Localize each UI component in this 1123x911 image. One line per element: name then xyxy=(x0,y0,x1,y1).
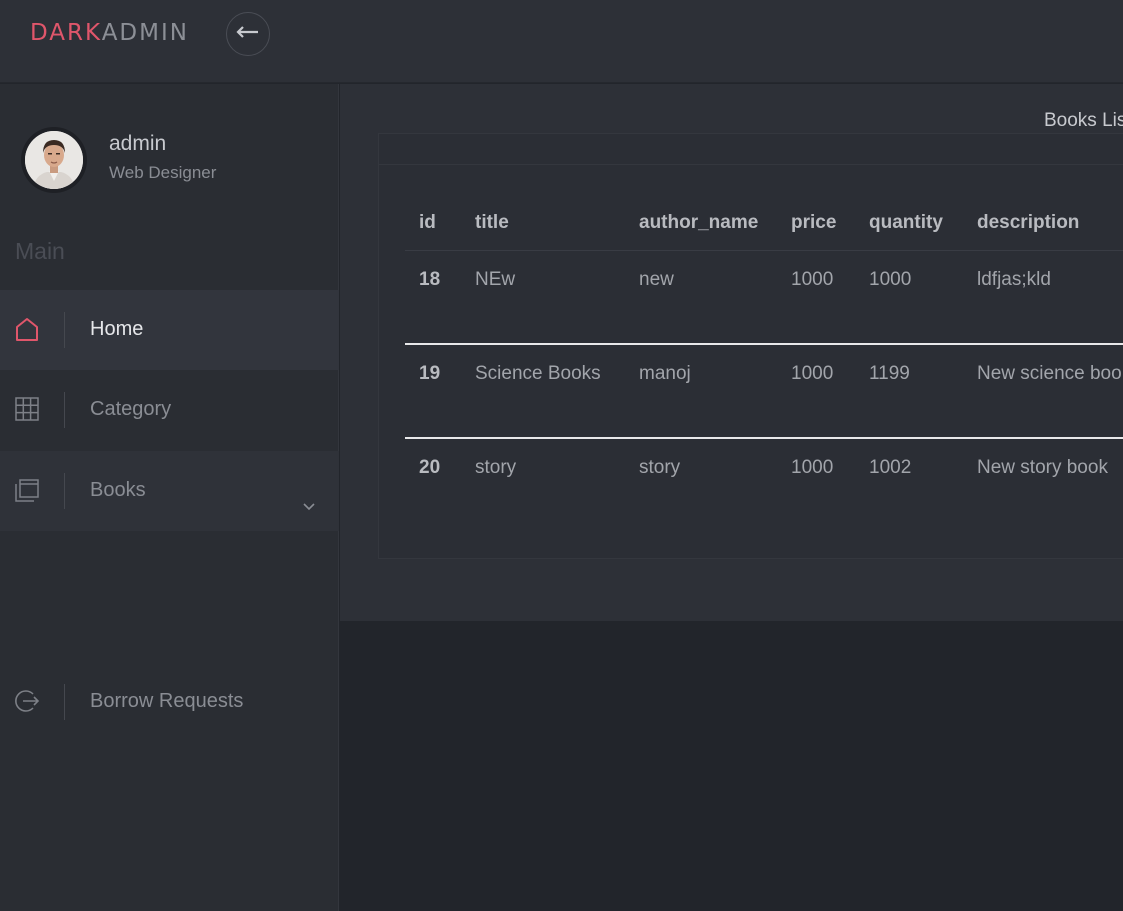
table-row[interactable]: 20 story story 1000 1002 New story book xyxy=(405,438,1123,532)
brand-logo-part1: DARK xyxy=(30,20,102,46)
cell-title: story xyxy=(475,457,517,478)
column-header-quantity[interactable]: quantity xyxy=(855,194,963,251)
cell-price: 1000 xyxy=(791,457,834,478)
column-header-id[interactable]: id xyxy=(405,194,461,251)
table-row[interactable]: 19 Science Books manoj 1000 1199 New sci… xyxy=(405,344,1123,439)
cell-id: 20 xyxy=(419,457,441,478)
user-profile: admin Web Designer xyxy=(21,127,321,193)
logout-circle-icon xyxy=(14,688,40,714)
sidebar-item-books[interactable]: Books xyxy=(0,451,339,531)
page-title: Books List xyxy=(1044,110,1123,131)
column-header-author-name[interactable]: author_name xyxy=(625,194,777,251)
cell-author-name: story xyxy=(639,457,681,478)
cell-price: 1000 xyxy=(777,344,855,439)
column-header-price[interactable]: price xyxy=(777,194,855,251)
sidebar-item-borrow-requests[interactable]: Borrow Requests xyxy=(0,662,339,742)
avatar-photo xyxy=(25,131,83,189)
cell-description: ldfjas;kld xyxy=(963,250,1123,345)
cell-description: New story book xyxy=(977,457,1108,478)
grid-icon xyxy=(14,396,40,422)
window-stack-icon xyxy=(14,477,40,503)
nav-separator xyxy=(64,473,65,509)
cell-price: 1000 xyxy=(777,250,855,345)
cell-title: NEw xyxy=(461,250,625,345)
table-row[interactable]: 18 NEw new 1000 1000 ldfjas;kld xyxy=(405,250,1123,345)
brand-logo-part2: ADMIN xyxy=(101,20,189,46)
cell-quantity: 1000 xyxy=(855,250,963,345)
profile-role: Web Designer xyxy=(109,163,217,182)
top-header: DARKADMIN xyxy=(0,0,1123,83)
nav-separator xyxy=(64,312,65,348)
sidebar-item-label: Borrow Requests xyxy=(90,690,244,712)
nav-separator xyxy=(64,684,65,720)
sidebar: admin Web Designer Main Home Category Bo… xyxy=(0,84,339,911)
sidebar-item-home[interactable]: Home xyxy=(0,290,339,370)
column-header-title[interactable]: title xyxy=(461,194,625,251)
chevron-down-icon[interactable] xyxy=(302,498,316,516)
cell-description: New science book xyxy=(963,344,1123,439)
sidebar-item-category[interactable]: Category xyxy=(0,370,339,450)
column-header-description[interactable]: description xyxy=(963,194,1123,251)
cell-quantity: 1002 xyxy=(869,457,912,478)
card-divider xyxy=(379,164,1123,165)
sidebar-toggle-button[interactable] xyxy=(226,12,270,56)
home-icon xyxy=(14,316,40,342)
sidebar-item-label: Home xyxy=(90,318,144,340)
books-card: id title author_name price quantity desc… xyxy=(378,133,1123,559)
cell-id: 18 xyxy=(405,250,461,345)
avatar[interactable] xyxy=(21,127,87,193)
sidebar-section-label: Main xyxy=(15,238,65,264)
nav-separator xyxy=(64,392,65,428)
cell-author-name: manoj xyxy=(625,344,777,439)
table-header-row: id title author_name price quantity desc… xyxy=(405,194,1123,251)
cell-quantity: 1199 xyxy=(855,344,963,439)
cell-id: 19 xyxy=(405,344,461,439)
brand-logo[interactable]: DARKADMIN xyxy=(30,20,189,46)
sidebar-item-label: Books xyxy=(90,479,146,501)
cell-title: Science Books xyxy=(461,344,625,439)
books-table: id title author_name price quantity desc… xyxy=(405,194,1123,532)
cell-author-name: new xyxy=(625,250,777,345)
page-footer-area xyxy=(340,621,1123,911)
profile-name: admin xyxy=(109,132,167,155)
main-content: Books List id title author_name price qu… xyxy=(340,84,1123,621)
arrow-left-icon xyxy=(236,25,260,43)
sidebar-item-label: Category xyxy=(90,398,172,420)
